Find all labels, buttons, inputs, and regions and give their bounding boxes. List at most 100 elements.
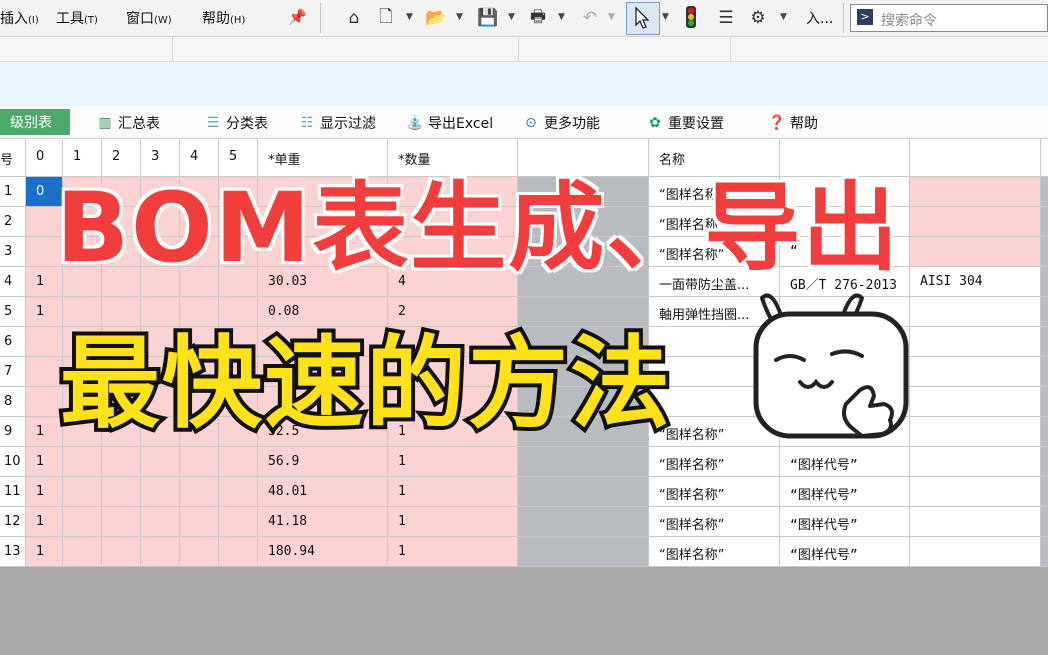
chevron-down-icon[interactable]: ▼ bbox=[608, 12, 615, 22]
row-number[interactable]: 2 bbox=[0, 207, 26, 237]
menu-window[interactable]: 窗口(W) bbox=[126, 8, 172, 28]
table-cell[interactable] bbox=[219, 477, 258, 507]
material-cell[interactable] bbox=[910, 297, 1041, 327]
table-cell[interactable] bbox=[1041, 447, 1048, 477]
table-cell[interactable] bbox=[518, 477, 649, 507]
select-tool-button[interactable] bbox=[626, 2, 660, 35]
material-cell[interactable] bbox=[910, 507, 1041, 537]
table-cell[interactable] bbox=[1041, 297, 1048, 327]
column-header[interactable]: 号 bbox=[0, 139, 26, 177]
important-settings-button[interactable]: ✿ 重要设置 bbox=[646, 113, 724, 133]
menu-insert[interactable]: 插入(I) bbox=[0, 8, 39, 28]
material-cell[interactable] bbox=[910, 447, 1041, 477]
table-cell[interactable] bbox=[1041, 477, 1048, 507]
row-number[interactable]: 8 bbox=[0, 387, 26, 417]
row-number[interactable]: 4 bbox=[0, 267, 26, 297]
chevron-down-icon[interactable]: ▼ bbox=[662, 12, 669, 22]
table-cell[interactable] bbox=[63, 447, 102, 477]
table-cell[interactable] bbox=[180, 447, 219, 477]
row-number[interactable]: 11 bbox=[0, 477, 26, 507]
level-table-button[interactable]: 级别表 bbox=[0, 109, 70, 135]
weight-cell[interactable]: 41.18 bbox=[258, 507, 388, 537]
row-number[interactable]: 1 bbox=[0, 177, 26, 207]
table-cell[interactable] bbox=[1041, 177, 1048, 207]
list-icon[interactable]: ☰ bbox=[714, 6, 738, 30]
table-cell[interactable] bbox=[180, 477, 219, 507]
table-cell[interactable] bbox=[141, 507, 180, 537]
table-cell[interactable] bbox=[141, 537, 180, 567]
material-cell[interactable] bbox=[910, 357, 1041, 387]
chevron-down-icon[interactable]: ▼ bbox=[406, 12, 413, 22]
table-cell[interactable] bbox=[26, 357, 63, 387]
overflow-menu[interactable]: 入... bbox=[806, 8, 833, 28]
table-cell[interactable] bbox=[219, 447, 258, 477]
name-cell[interactable]: “图样名称” bbox=[649, 447, 780, 477]
code-cell[interactable]: “图样代号” bbox=[780, 537, 910, 567]
row-number[interactable]: 3 bbox=[0, 237, 26, 267]
undo-icon[interactable]: ↶ bbox=[578, 6, 602, 30]
row-number[interactable]: 9 bbox=[0, 417, 26, 447]
command-search-input[interactable]: > 搜索命令 bbox=[850, 4, 1048, 32]
name-cell[interactable]: “图样名称” bbox=[649, 537, 780, 567]
home-icon[interactable]: ⌂ bbox=[342, 6, 366, 30]
table-cell[interactable] bbox=[180, 537, 219, 567]
code-cell[interactable]: “图样代号” bbox=[780, 507, 910, 537]
save-icon[interactable]: 💾 bbox=[476, 6, 500, 30]
table-cell[interactable] bbox=[26, 387, 63, 417]
material-cell[interactable] bbox=[910, 237, 1041, 267]
summary-table-button[interactable]: ▥ 汇总表 bbox=[96, 113, 160, 133]
material-cell[interactable] bbox=[910, 327, 1041, 357]
table-cell[interactable] bbox=[1041, 357, 1048, 387]
open-folder-icon[interactable]: 📂 bbox=[424, 6, 448, 30]
weight-cell[interactable]: 56.9 bbox=[258, 447, 388, 477]
chevron-down-icon[interactable]: ▼ bbox=[780, 12, 787, 22]
code-cell[interactable]: “图样代号” bbox=[780, 477, 910, 507]
print-icon[interactable]: 🖶 bbox=[526, 6, 550, 30]
row-number[interactable]: 6 bbox=[0, 327, 26, 357]
material-cell[interactable]: AISI 304 bbox=[910, 267, 1041, 297]
gear-icon[interactable]: ⚙ bbox=[746, 6, 770, 30]
chevron-down-icon[interactable]: ▼ bbox=[558, 12, 565, 22]
table-cell[interactable] bbox=[518, 507, 649, 537]
table-cell[interactable] bbox=[1041, 267, 1048, 297]
table-cell[interactable] bbox=[219, 537, 258, 567]
table-cell[interactable] bbox=[518, 537, 649, 567]
new-file-icon[interactable]: 🗋 bbox=[374, 6, 398, 30]
chevron-down-icon[interactable]: ▼ bbox=[508, 12, 515, 22]
table-cell[interactable] bbox=[1041, 417, 1048, 447]
name-cell[interactable]: “图样名称” bbox=[649, 507, 780, 537]
quantity-cell[interactable]: 1 bbox=[388, 537, 518, 567]
help-button[interactable]: ❓ 帮助 bbox=[768, 113, 818, 133]
material-cell[interactable] bbox=[910, 537, 1041, 567]
table-cell[interactable]: 1 bbox=[26, 297, 63, 327]
table-cell[interactable]: 1 bbox=[26, 507, 63, 537]
material-cell[interactable] bbox=[910, 417, 1041, 447]
table-cell[interactable] bbox=[1041, 327, 1048, 357]
material-cell[interactable] bbox=[910, 177, 1041, 207]
name-cell[interactable]: “图样名称” bbox=[649, 477, 780, 507]
menu-help[interactable]: 帮助(H) bbox=[202, 8, 245, 28]
category-table-button[interactable]: ☰ 分类表 bbox=[204, 113, 268, 133]
pin-icon[interactable]: 📌 bbox=[288, 8, 307, 26]
quantity-cell[interactable]: 1 bbox=[388, 447, 518, 477]
table-cell[interactable] bbox=[141, 477, 180, 507]
material-cell[interactable] bbox=[910, 387, 1041, 417]
table-cell[interactable] bbox=[1041, 507, 1048, 537]
display-filter-button[interactable]: ☷ 显示过滤 bbox=[298, 113, 376, 133]
table-cell[interactable] bbox=[518, 447, 649, 477]
table-cell[interactable] bbox=[102, 477, 141, 507]
material-cell[interactable] bbox=[910, 477, 1041, 507]
row-number[interactable]: 7 bbox=[0, 357, 26, 387]
table-cell[interactable] bbox=[219, 507, 258, 537]
table-cell[interactable] bbox=[63, 537, 102, 567]
row-number[interactable]: 13 bbox=[0, 537, 26, 567]
table-cell[interactable] bbox=[63, 507, 102, 537]
table-cell[interactable] bbox=[1041, 387, 1048, 417]
table-cell[interactable]: 1 bbox=[26, 477, 63, 507]
table-cell[interactable] bbox=[63, 477, 102, 507]
table-cell[interactable] bbox=[1041, 207, 1048, 237]
column-header[interactable] bbox=[910, 139, 1041, 177]
quantity-cell[interactable]: 1 bbox=[388, 477, 518, 507]
menu-tools[interactable]: 工具(T) bbox=[56, 8, 98, 28]
column-header[interactable] bbox=[1041, 139, 1048, 177]
